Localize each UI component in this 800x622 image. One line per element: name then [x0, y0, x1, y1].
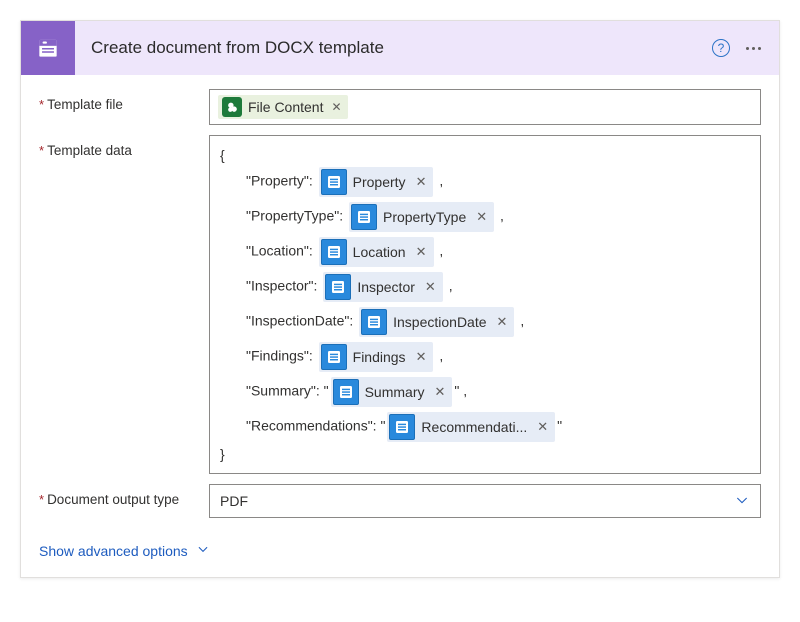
close-icon[interactable]: ✕	[537, 419, 548, 435]
token-label: Recommendati...	[421, 419, 527, 435]
token-label: Summary	[365, 384, 425, 400]
close-icon[interactable]: ✕	[416, 244, 427, 260]
card-body: Template file File Content ✕ Template da…	[21, 75, 779, 577]
dynamic-content-icon	[321, 344, 347, 370]
close-icon[interactable]: ✕	[425, 279, 436, 295]
row-output-type: Document output type PDF	[39, 484, 761, 518]
action-card: Create document from DOCX template ? Tem…	[20, 20, 780, 578]
show-advanced-options[interactable]: Show advanced options	[39, 542, 210, 559]
sharepoint-icon	[222, 97, 242, 117]
dynamic-content-token[interactable]: Inspector ✕	[323, 272, 443, 302]
dynamic-content-token[interactable]: Property ✕	[319, 167, 434, 197]
json-brace-open: {	[220, 147, 750, 163]
token-file-content[interactable]: File Content ✕	[218, 95, 348, 119]
json-property-line: "PropertyType": PropertyType✕ ,	[246, 201, 750, 233]
label-output-type: Document output type	[39, 484, 209, 507]
dynamic-content-token[interactable]: Findings ✕	[319, 342, 434, 372]
json-brace-close: }	[220, 446, 750, 462]
more-button[interactable]	[737, 32, 769, 64]
close-icon[interactable]: ✕	[435, 384, 446, 400]
row-template-file: Template file File Content ✕	[39, 89, 761, 125]
select-output-type[interactable]: PDF	[209, 484, 761, 518]
json-property-line: "Location": Location✕ ,	[246, 236, 750, 268]
close-icon[interactable]: ✕	[416, 349, 427, 365]
json-property-line: "Recommendations": "Recommendati...✕"	[246, 411, 750, 443]
dynamic-content-icon	[333, 379, 359, 405]
connector-icon	[21, 21, 75, 75]
row-template-data: Template data { "Property": Property✕ ,"…	[39, 135, 761, 474]
close-icon[interactable]: ✕	[476, 209, 487, 225]
chevron-down-icon	[734, 492, 750, 511]
close-icon[interactable]: ✕	[331, 100, 341, 114]
close-icon[interactable]: ✕	[416, 174, 427, 190]
ellipsis-icon	[746, 47, 761, 50]
json-property-line: "Findings": Findings✕ ,	[246, 341, 750, 373]
dynamic-content-icon	[325, 274, 351, 300]
token-label: PropertyType	[383, 209, 466, 225]
token-label: Findings	[353, 349, 406, 365]
json-property-line: "InspectionDate": InspectionDate✕ ,	[246, 306, 750, 338]
select-value: PDF	[220, 493, 248, 509]
input-template-file[interactable]: File Content ✕	[209, 89, 761, 125]
token-label: InspectionDate	[393, 314, 486, 330]
dynamic-content-token[interactable]: InspectionDate ✕	[359, 307, 514, 337]
card-header: Create document from DOCX template ?	[21, 21, 779, 75]
token-label: Inspector	[357, 279, 415, 295]
dynamic-content-token[interactable]: Recommendati... ✕	[387, 412, 555, 442]
token-label: Property	[353, 174, 406, 190]
chevron-down-icon	[196, 542, 210, 559]
card-title: Create document from DOCX template	[75, 38, 705, 58]
label-template-file: Template file	[39, 89, 209, 112]
dynamic-content-icon	[321, 169, 347, 195]
advanced-label: Show advanced options	[39, 543, 188, 559]
dynamic-content-token[interactable]: Location ✕	[319, 237, 434, 267]
token-label: Location	[353, 244, 406, 260]
dynamic-content-icon	[361, 309, 387, 335]
dynamic-content-icon	[351, 204, 377, 230]
close-icon[interactable]: ✕	[497, 314, 508, 330]
json-property-line: "Inspector": Inspector✕ ,	[246, 271, 750, 303]
help-icon: ?	[712, 39, 730, 57]
label-template-data: Template data	[39, 135, 209, 158]
input-template-data[interactable]: { "Property": Property✕ ,"PropertyType":…	[209, 135, 761, 474]
token-label: File Content	[248, 99, 323, 115]
dynamic-content-icon	[389, 414, 415, 440]
dynamic-content-icon	[321, 239, 347, 265]
help-button[interactable]: ?	[705, 32, 737, 64]
dynamic-content-token[interactable]: PropertyType ✕	[349, 202, 494, 232]
json-property-line: "Summary": "Summary✕" ,	[246, 376, 750, 408]
json-property-line: "Property": Property✕ ,	[246, 166, 750, 198]
dynamic-content-token[interactable]: Summary ✕	[331, 377, 453, 407]
